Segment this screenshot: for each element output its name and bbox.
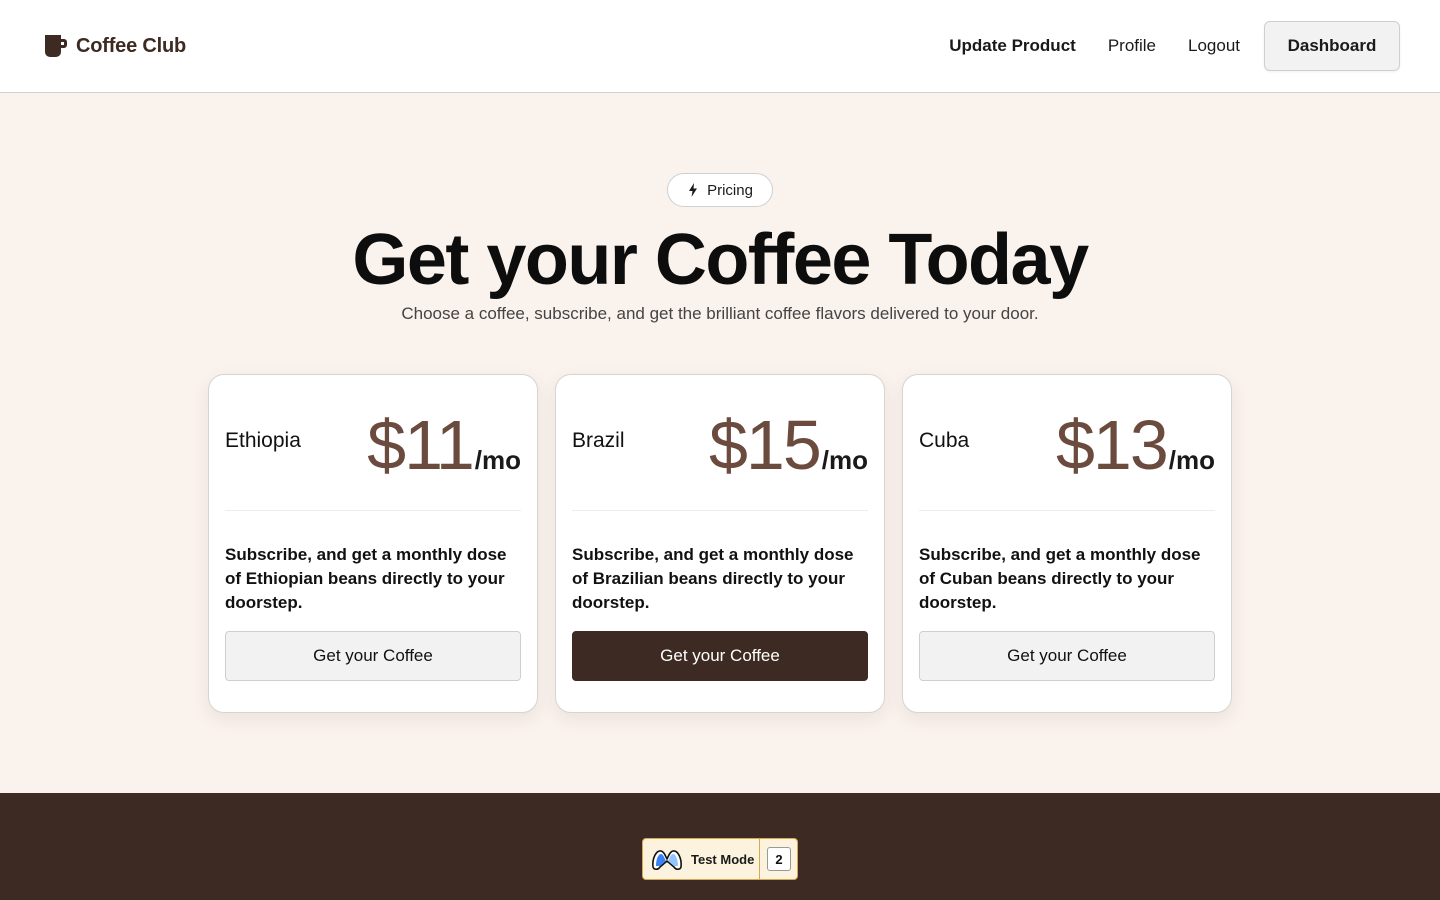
nav-profile[interactable]: Profile — [1108, 36, 1156, 56]
plan-description: Subscribe, and get a monthly dose of Bra… — [572, 545, 854, 612]
plan-price-period: /mo — [474, 445, 521, 475]
card-divider — [919, 510, 1215, 511]
plan-card-ethiopia: Ethiopia $11 /mo Subscribe, and get a mo… — [208, 374, 538, 713]
nav-update-product[interactable]: Update Product — [949, 36, 1076, 56]
plan-price-period: /mo — [821, 445, 868, 475]
memberstack-logo-icon — [652, 850, 682, 871]
coffee-cup-icon — [45, 35, 67, 57]
site-header: Coffee Club Update Product Profile Logou… — [0, 0, 1440, 93]
plan-card-cuba: Cuba $13 /mo Subscribe, and get a monthl… — [902, 374, 1232, 713]
plan-card-brazil: Brazil $15 /mo Subscribe, and get a mont… — [555, 374, 885, 713]
plan-price: $11 /mo — [367, 405, 521, 485]
test-mode-label: Test Mode — [691, 851, 755, 867]
nav-logout[interactable]: Logout — [1188, 36, 1240, 56]
test-mode-separator — [759, 839, 760, 879]
get-coffee-button-cuba[interactable]: Get your Coffee — [919, 631, 1215, 681]
page-title: Get your Coffee Today — [352, 220, 1089, 300]
card-divider — [572, 510, 868, 511]
test-mode-count: 2 — [767, 847, 791, 871]
dashboard-button[interactable]: Dashboard — [1264, 21, 1400, 71]
test-mode-badge[interactable]: Test Mode 2 — [642, 838, 798, 880]
pricing-badge: Pricing — [667, 173, 773, 207]
page-subtitle: Choose a coffee, subscribe, and get the … — [401, 304, 1039, 323]
plan-country: Ethiopia — [225, 429, 301, 452]
plan-country: Brazil — [572, 429, 625, 452]
brand-logo-link[interactable]: Coffee Club — [44, 32, 186, 60]
brand-name: Coffee Club — [76, 34, 187, 57]
plan-description: Subscribe, and get a monthly dose of Cub… — [919, 545, 1201, 612]
plan-description: Subscribe, and get a monthly dose of Eth… — [225, 545, 507, 612]
get-coffee-button-ethiopia[interactable]: Get your Coffee — [225, 631, 521, 681]
plan-price-period: /mo — [1168, 445, 1215, 475]
main-nav: Update Product Profile Logout Dashboard — [949, 21, 1400, 71]
get-coffee-button-brazil[interactable]: Get your Coffee — [572, 631, 868, 681]
pricing-badge-label: Pricing — [707, 181, 753, 199]
card-divider — [225, 510, 521, 511]
plan-price-amount: $15 — [708, 406, 822, 484]
plan-price-amount: $13 — [1055, 406, 1169, 484]
plan-country: Cuba — [919, 429, 970, 452]
lightning-icon — [689, 183, 698, 197]
site-footer: Test Mode 2 — [0, 793, 1440, 900]
plan-price-amount: $11 — [367, 406, 475, 484]
plan-price: $13 /mo — [1056, 405, 1215, 485]
plan-price: $15 /mo — [709, 405, 868, 485]
